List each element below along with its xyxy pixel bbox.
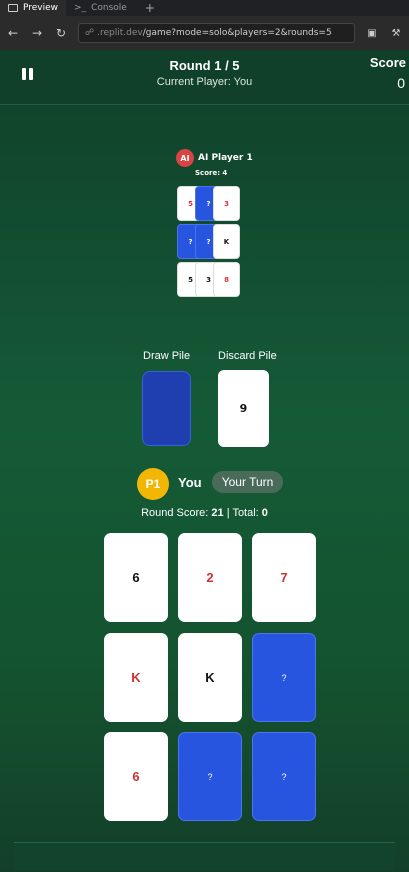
total-label: Total: [232, 507, 259, 519]
tab-preview-label: Preview [23, 3, 59, 13]
player-card[interactable]: 2 [178, 533, 242, 622]
wrench-icon[interactable]: ⚒ [389, 28, 403, 39]
round-score-value: 21 [211, 507, 224, 519]
round-score-line: Round Score: 21 | Total: 0 [0, 507, 409, 519]
player-card[interactable]: 7 [252, 533, 316, 622]
player-name: You [178, 475, 202, 490]
back-arrow-icon[interactable]: ← [6, 26, 20, 40]
ai-player-name: AI Player 1 [198, 153, 253, 163]
total-value: 0 [261, 507, 268, 519]
game-board: Round 1 / 5 Current Player: You Score 0 … [0, 50, 409, 872]
ai-player-score: Score: 4 [195, 169, 228, 177]
discard-pile[interactable]: 9 [218, 370, 269, 447]
new-tab-button[interactable]: + [135, 1, 165, 15]
score-label: Score [369, 55, 406, 70]
draw-pile[interactable] [142, 371, 191, 446]
terminal-icon: >_ [74, 3, 87, 13]
tab-preview[interactable]: Preview [0, 0, 67, 16]
player-card[interactable]: ? [252, 633, 316, 722]
round-score-label: Round Score: [141, 507, 209, 519]
player-avatar: P1 [137, 468, 169, 500]
url-host: .replit.dev [97, 28, 143, 38]
link-icon: ☍ [85, 28, 95, 38]
turn-badge: Your Turn [212, 471, 283, 493]
ai-avatar: AI [176, 149, 194, 167]
draw-pile-label: Draw Pile [143, 350, 191, 362]
url-input[interactable]: ☍ .replit.dev /game?mode=solo&players=2&… [78, 23, 355, 43]
tab-console-label: Console [91, 3, 127, 13]
player-card[interactable]: ? [252, 732, 316, 821]
current-player-text: Current Player: You [156, 76, 253, 88]
discard-pile-label: Discard Pile [218, 350, 277, 362]
address-bar-row: ← → ↻ ☍ .replit.dev /game?mode=solo&play… [0, 16, 409, 50]
score-value: 0 [397, 75, 405, 91]
game-header: Round 1 / 5 Current Player: You Score 0 [0, 50, 409, 105]
round-indicator: Round 1 / 5 [169, 58, 240, 73]
player-card[interactable]: ? [178, 732, 242, 821]
bottom-panel [14, 842, 395, 870]
ai-card: 3 [213, 186, 240, 221]
ai-card: 8 [213, 262, 240, 297]
tab-console[interactable]: >_ Console [66, 0, 135, 16]
player-card[interactable]: 6 [104, 533, 168, 622]
score-separator: | [226, 507, 230, 519]
ai-card: K [213, 224, 240, 259]
url-path: /game?mode=solo&players=2&rounds=5 [142, 28, 332, 38]
monitor-icon [8, 4, 18, 12]
reload-icon[interactable]: ↻ [54, 26, 68, 40]
player-card[interactable]: K [104, 633, 168, 722]
browser-tabbar: Preview >_ Console + [0, 0, 409, 16]
player-card[interactable]: 6 [104, 732, 168, 821]
devices-icon[interactable]: ▣ [365, 28, 379, 39]
player-card[interactable]: K [178, 633, 242, 722]
forward-arrow-icon[interactable]: → [30, 26, 44, 40]
